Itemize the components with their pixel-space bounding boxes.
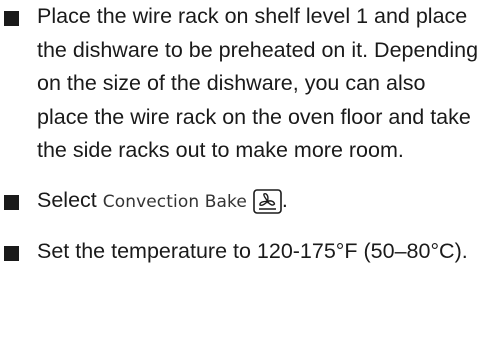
list-item: Place the wire rack on shelf level 1 and… <box>0 0 479 168</box>
instruction-list: Place the wire rack on shelf level 1 and… <box>0 0 479 269</box>
step-prefix: Select <box>37 187 103 212</box>
convection-fan-icon <box>253 188 282 214</box>
step-text: Set the temperature to 120-175°F (50–80°… <box>37 239 468 263</box>
mode-name: Convection Bake <box>102 191 247 212</box>
list-item: Set the temperature to 120-175°F (50–80°… <box>0 235 479 269</box>
bullet-square <box>4 11 19 26</box>
step-suffix: . <box>281 187 288 212</box>
step-text: Place the wire rack on shelf level 1 and… <box>37 4 479 162</box>
list-item: Select Convection Bake. <box>0 184 479 220</box>
bullet-square <box>4 194 19 210</box>
bullet-square <box>4 246 19 261</box>
